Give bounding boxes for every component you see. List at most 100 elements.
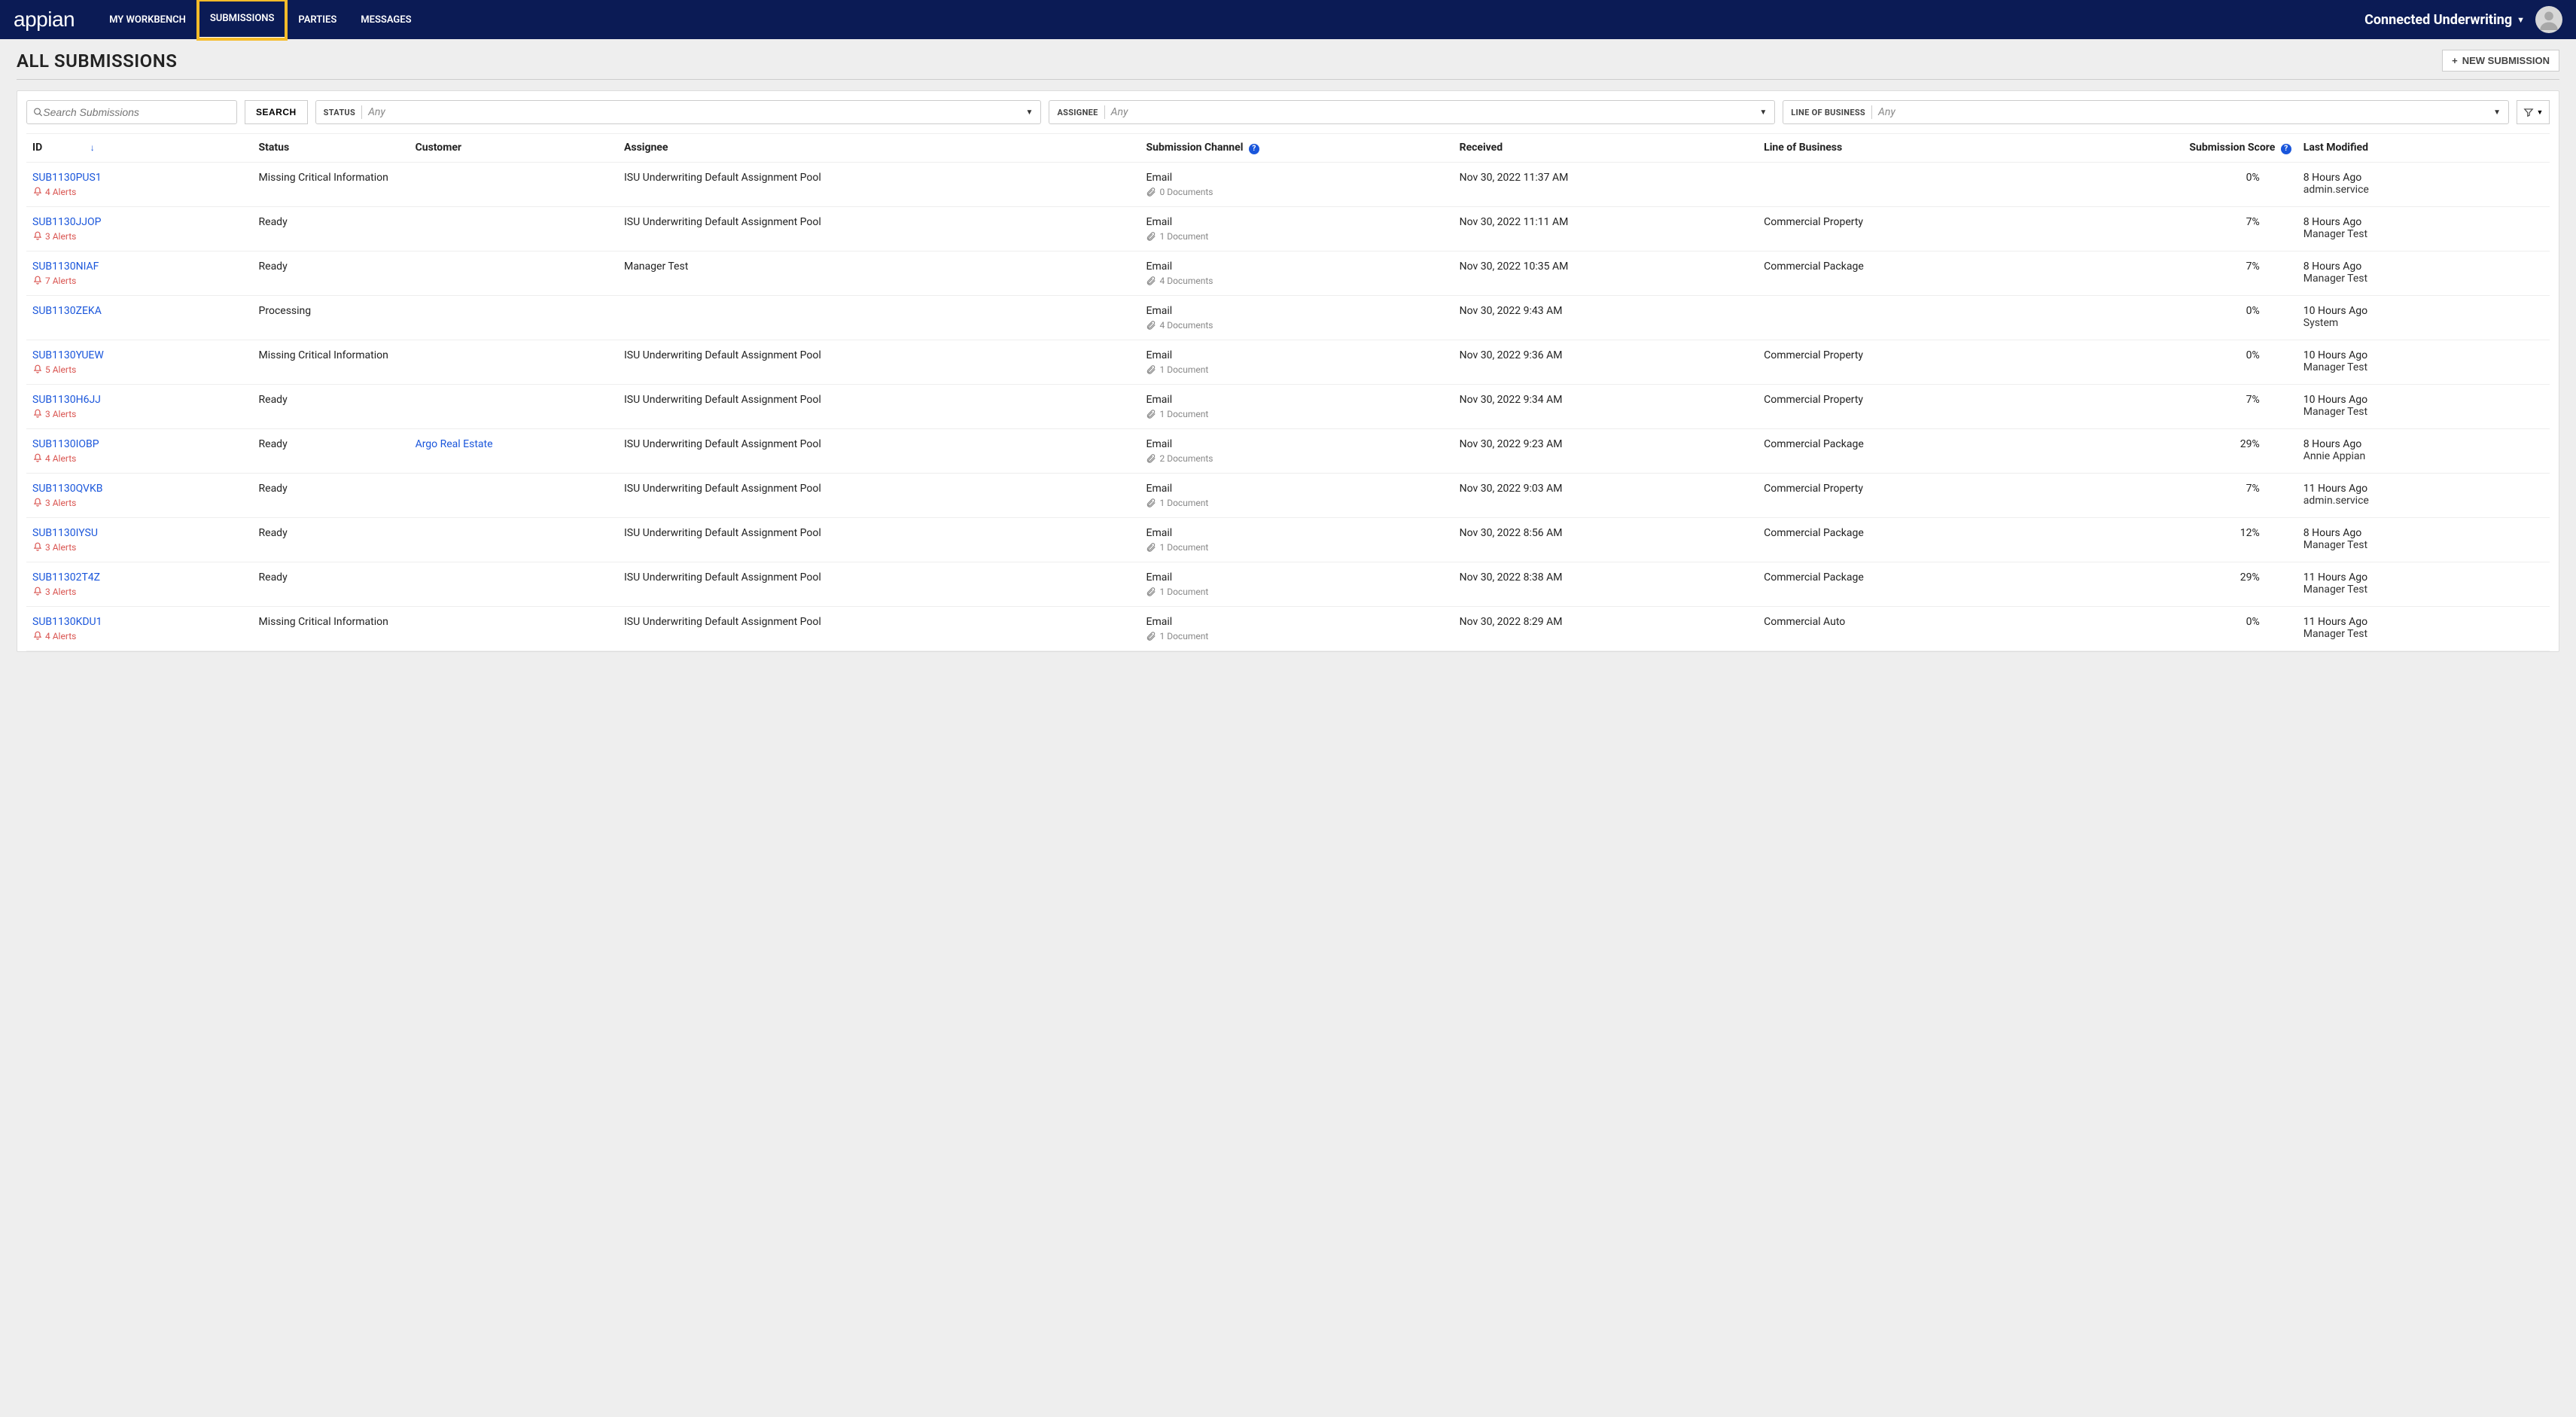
submission-id-link[interactable]: SUB1130IOBP [32, 438, 247, 450]
received-cell: Nov 30, 2022 9:43 AM [1454, 295, 1758, 340]
bell-icon [32, 231, 43, 242]
search-button[interactable]: SEARCH [245, 100, 308, 124]
submission-id-link[interactable]: SUB1130KDU1 [32, 616, 247, 628]
submission-id-link[interactable]: SUB1130JJOP [32, 216, 247, 228]
received-cell: Nov 30, 2022 9:34 AM [1454, 384, 1758, 428]
col-header-id[interactable]: ID ↓ [26, 134, 253, 163]
customer-link[interactable]: Argo Real Estate [416, 438, 493, 450]
search-input[interactable] [43, 106, 230, 118]
paperclip-icon [1146, 231, 1156, 242]
status-cell: Ready [253, 562, 410, 606]
col-header-status[interactable]: Status [253, 134, 410, 163]
score-cell: 0% [2036, 606, 2297, 651]
user-icon [2538, 9, 2559, 30]
more-filters-button[interactable]: ▼ [2517, 100, 2550, 124]
submission-id-link[interactable]: SUB1130QVKB [32, 483, 247, 495]
paperclip-icon [1146, 587, 1156, 597]
table-row: SUB1130KDU14 AlertsMissing Critical Info… [26, 606, 2550, 651]
col-header-customer[interactable]: Customer [410, 134, 618, 163]
nav-tab-my-workbench[interactable]: MY WORKBENCH [97, 0, 198, 39]
caret-down-icon: ▼ [2517, 15, 2525, 25]
status-cell: Missing Critical Information [253, 606, 410, 651]
col-header-channel[interactable]: Submission Channel ? [1140, 134, 1453, 163]
received-cell: Nov 30, 2022 11:37 AM [1454, 162, 1758, 206]
submission-id-link[interactable]: SUB1130YUEW [32, 349, 247, 361]
paperclip-icon [1146, 276, 1156, 286]
assignee-cell [618, 295, 1140, 340]
lob-cell [1758, 295, 2036, 340]
caret-down-icon: ▼ [2537, 108, 2544, 116]
search-input-wrap[interactable] [26, 100, 237, 124]
assignee-cell: ISU Underwriting Default Assignment Pool [618, 340, 1140, 384]
submission-id-link[interactable]: SUB11302T4Z [32, 571, 247, 584]
col-header-lob[interactable]: Line of Business [1758, 134, 2036, 163]
lob-cell: Commercial Package [1758, 251, 2036, 295]
modified-cell: 8 Hours Agoadmin.service [2297, 162, 2550, 206]
submission-id-link[interactable]: SUB1130H6JJ [32, 394, 247, 406]
customer-cell [410, 162, 618, 206]
submission-id-link[interactable]: SUB1130PUS1 [32, 172, 247, 184]
caret-down-icon: ▼ [1026, 108, 1034, 117]
assignee-filter[interactable]: ASSIGNEE Any ▼ [1049, 100, 1775, 124]
table-row: SUB1130NIAF7 AlertsReadyManager TestEmai… [26, 251, 2550, 295]
documents-count: 1 Document [1146, 542, 1447, 553]
customer-cell [410, 295, 618, 340]
alerts-badge: 3 Alerts [32, 498, 247, 508]
customer-cell [410, 251, 618, 295]
paperclip-icon [1146, 187, 1156, 197]
workspace-switcher[interactable]: Connected Underwriting ▼ [2364, 12, 2525, 28]
lob-cell [1758, 162, 2036, 206]
assignee-cell: ISU Underwriting Default Assignment Pool [618, 162, 1140, 206]
status-cell: Ready [253, 473, 410, 517]
lob-cell: Commercial Package [1758, 428, 2036, 473]
submission-id-link[interactable]: SUB1130ZEKA [32, 305, 247, 317]
customer-cell[interactable]: Argo Real Estate [410, 428, 618, 473]
submission-id-link[interactable]: SUB1130IYSU [32, 527, 247, 539]
lob-filter-value: Any [1878, 106, 2487, 118]
table-row: SUB1130PUS14 AlertsMissing Critical Info… [26, 162, 2550, 206]
lob-filter[interactable]: LINE OF BUSINESS Any ▼ [1783, 100, 2509, 124]
bell-icon [32, 453, 43, 464]
alerts-badge: 3 Alerts [32, 409, 247, 419]
status-cell: Ready [253, 428, 410, 473]
documents-count: 1 Document [1146, 409, 1447, 419]
new-submission-button[interactable]: + NEW SUBMISSION [2442, 50, 2559, 72]
avatar[interactable] [2535, 6, 2562, 33]
lob-cell: Commercial Property [1758, 473, 2036, 517]
table-row: SUB1130H6JJ3 AlertsReadyISU Underwriting… [26, 384, 2550, 428]
score-cell: 0% [2036, 340, 2297, 384]
table-row: SUB1130JJOP3 AlertsReadyISU Underwriting… [26, 206, 2550, 251]
customer-cell [410, 473, 618, 517]
nav-tab-parties[interactable]: PARTIES [286, 0, 349, 39]
help-icon[interactable]: ? [1249, 144, 1259, 154]
score-cell: 0% [2036, 295, 2297, 340]
assignee-cell: ISU Underwriting Default Assignment Pool [618, 562, 1140, 606]
customer-cell [410, 384, 618, 428]
help-icon[interactable]: ? [2281, 144, 2291, 154]
nav-tab-messages[interactable]: MESSAGES [349, 0, 423, 39]
score-cell: 12% [2036, 517, 2297, 562]
topbar: appian MY WORKBENCHSUBMISSIONSPARTIESMES… [0, 0, 2576, 39]
paperclip-icon [1146, 320, 1156, 331]
col-header-modified[interactable]: Last Modified [2297, 134, 2550, 163]
brand-logo[interactable]: appian [14, 8, 75, 32]
col-header-received[interactable]: Received [1454, 134, 1758, 163]
plus-icon: + [2452, 55, 2458, 66]
col-header-assignee[interactable]: Assignee [618, 134, 1140, 163]
documents-count: 1 Document [1146, 231, 1447, 242]
lob-cell: Commercial Property [1758, 384, 2036, 428]
col-header-score[interactable]: Submission Score ? [2036, 134, 2297, 163]
nav-tab-submissions[interactable]: SUBMISSIONS [198, 0, 287, 39]
brand-text: appian [14, 8, 75, 32]
bell-icon [32, 587, 43, 597]
submission-id-link[interactable]: SUB1130NIAF [32, 261, 247, 273]
channel-cell: Email0 Documents [1140, 162, 1453, 206]
modified-cell: 8 Hours AgoManager Test [2297, 206, 2550, 251]
modified-cell: 8 Hours AgoAnnie Appian [2297, 428, 2550, 473]
assignee-filter-value: Any [1111, 106, 1754, 118]
status-filter[interactable]: STATUS Any ▼ [315, 100, 1042, 124]
table-row: SUB1130YUEW5 AlertsMissing Critical Info… [26, 340, 2550, 384]
documents-count: 1 Document [1146, 587, 1447, 597]
customer-cell [410, 606, 618, 651]
channel-cell: Email1 Document [1140, 206, 1453, 251]
